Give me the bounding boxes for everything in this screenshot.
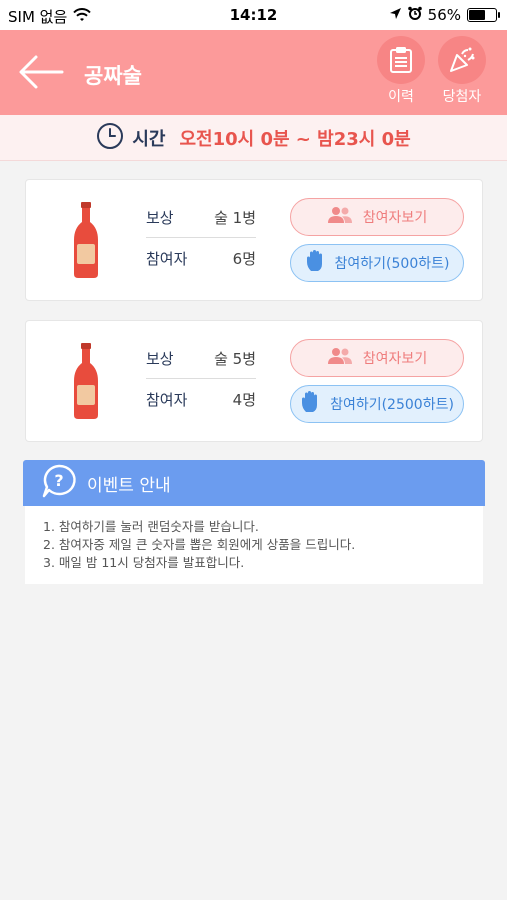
join-label: 참여하기(500하트)	[334, 256, 450, 272]
people-icon	[327, 206, 353, 228]
reward-info: 보상 술 1병 참여자 6명	[146, 198, 256, 278]
event-notice-title: 이벤트 안내	[87, 475, 171, 496]
clock-icon	[96, 122, 124, 154]
join-button[interactable]: 참여하기(2500하트)	[290, 385, 464, 423]
reward-label: 보상	[146, 350, 174, 368]
page-title: 공짜술	[84, 64, 142, 88]
view-participants-label: 참여자보기	[362, 351, 428, 367]
status-bar: SIM 없음 14:12 56%	[0, 0, 507, 30]
party-popper-icon	[438, 36, 486, 84]
history-button[interactable]: 이력	[371, 36, 431, 106]
reward-card: 보상 술 5병 참여자 4명 참여자보기 참여하기(2500하트)	[25, 320, 483, 442]
participants-label: 참여자	[146, 390, 188, 409]
svg-text:?: ?	[54, 471, 63, 490]
participants-label: 참여자	[146, 249, 188, 268]
alarm-icon	[407, 6, 422, 24]
people-icon	[327, 347, 353, 369]
join-label: 참여하기(2500하트)	[330, 397, 454, 413]
event-notice-header: ? 이벤트 안내	[23, 460, 485, 506]
event-notice-body: 1. 참여하기를 눌러 랜덤숫자를 받습니다. 2. 참여자중 제일 큰 숫자를…	[25, 506, 483, 584]
battery-fill	[469, 10, 485, 20]
history-label: 이력	[388, 89, 414, 105]
participants-row: 참여자 6명	[146, 238, 256, 278]
hand-icon	[300, 390, 320, 418]
app-header: 공짜술 이력 당첨자	[0, 30, 507, 115]
location-icon	[389, 6, 402, 24]
back-button[interactable]	[16, 52, 68, 92]
reward-value: 술 1병	[214, 209, 256, 227]
reward-row: 보상 술 5병	[146, 339, 256, 379]
winner-label: 당첨자	[442, 89, 482, 105]
notice-line: 2. 참여자중 제일 큰 숫자를 뽑은 회원에게 상품을 드립니다.	[43, 537, 356, 552]
view-participants-label: 참여자보기	[362, 210, 428, 226]
time-label: 시간	[132, 128, 166, 150]
winner-button[interactable]: 당첨자	[432, 36, 492, 106]
view-participants-button[interactable]: 참여자보기	[290, 198, 464, 236]
reward-info: 보상 술 5병 참여자 4명	[146, 339, 256, 419]
status-right: 56%	[389, 6, 500, 24]
reward-value: 술 5병	[214, 350, 256, 368]
notice-line: 3. 매일 밤 11시 당첨자를 발표합니다.	[43, 555, 245, 570]
participants-value: 6명	[232, 249, 256, 268]
battery-icon	[467, 8, 500, 22]
bottle-icon	[74, 202, 98, 278]
join-button[interactable]: 참여하기(500하트)	[290, 244, 464, 282]
time-range: 오전10시 0분 ~ 밤23시 0분	[179, 128, 411, 150]
back-arrow-icon	[19, 55, 64, 89]
notice-line: 1. 참여하기를 눌러 랜덤숫자를 받습니다.	[43, 519, 259, 534]
reward-card: 보상 술 1병 참여자 6명 참여자보기 참여하기(500하트)	[25, 179, 483, 301]
clipboard-icon	[377, 36, 425, 84]
participants-row: 참여자 4명	[146, 379, 256, 419]
reward-row: 보상 술 1병	[146, 198, 256, 238]
bottle-icon	[74, 343, 98, 419]
hand-icon	[305, 249, 325, 277]
battery-percent: 56%	[427, 6, 461, 24]
question-icon: ?	[41, 464, 77, 503]
participants-value: 4명	[232, 390, 256, 409]
time-bar: 시간 오전10시 0분 ~ 밤23시 0분	[0, 115, 507, 161]
view-participants-button[interactable]: 참여자보기	[290, 339, 464, 377]
reward-label: 보상	[146, 209, 174, 227]
